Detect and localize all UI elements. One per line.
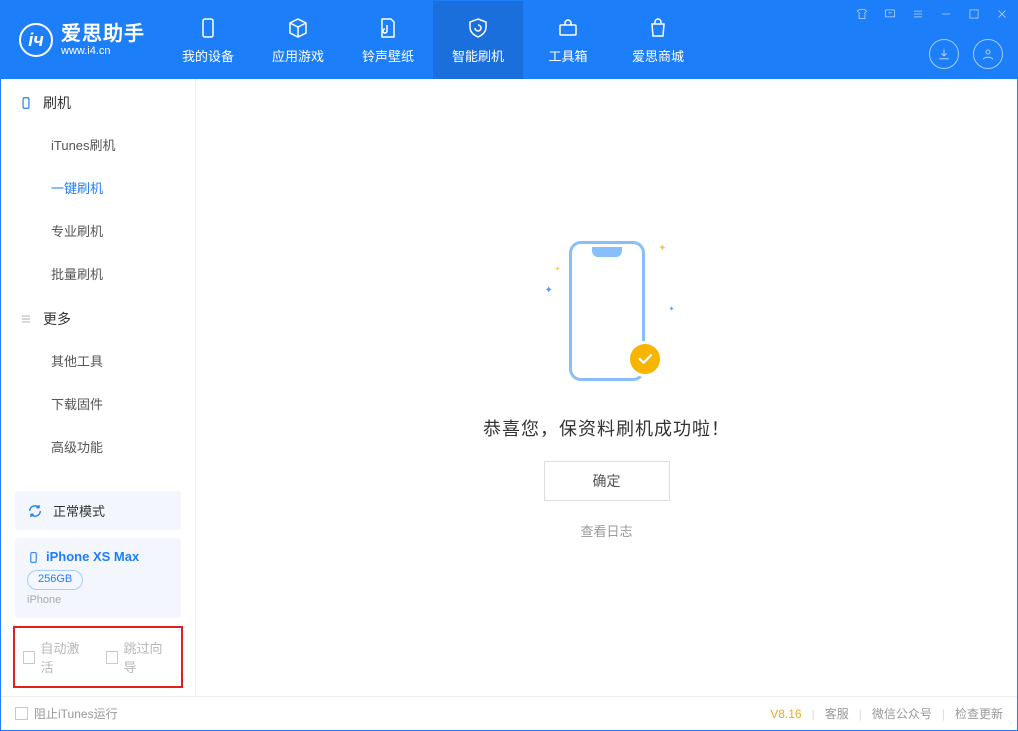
app-logo-icon: iч <box>19 23 53 57</box>
option-label: 跳过向导 <box>123 638 173 676</box>
separator: | <box>812 707 815 721</box>
bag-icon <box>646 16 670 40</box>
logo-area: iч 爱思助手 www.i4.cn <box>1 1 163 79</box>
section-title: 刷机 <box>43 93 71 113</box>
shield-refresh-icon <box>466 16 490 40</box>
logo-text: 爱思助手 www.i4.cn <box>61 23 145 57</box>
nav-store[interactable]: 爱思商城 <box>613 1 703 79</box>
sparkle-icon: ✦ <box>555 265 561 273</box>
sidebar-item-oneclick-flash[interactable]: 一键刷机 <box>1 166 195 209</box>
auto-activate-option[interactable]: 自动激活 <box>23 638 90 676</box>
device-type: iPhone <box>27 593 169 608</box>
top-nav: 我的设备 应用游戏 铃声壁纸 智能刷机 工具箱 爱思商城 <box>163 1 703 79</box>
checkbox-icon[interactable] <box>15 707 28 720</box>
option-label: 阻止iTunes运行 <box>34 705 118 722</box>
sidebar-item-other-tools[interactable]: 其他工具 <box>1 339 195 382</box>
window-controls <box>853 5 1011 23</box>
device-icon <box>27 551 40 564</box>
nav-my-device[interactable]: 我的设备 <box>163 1 253 79</box>
sidebar-item-itunes-flash[interactable]: iTunes刷机 <box>1 123 195 166</box>
device-card[interactable]: iPhone XS Max 256GB iPhone <box>15 538 181 618</box>
header-right-actions <box>929 39 1003 69</box>
checkbox-icon[interactable] <box>23 651 35 664</box>
phone-icon <box>196 16 220 40</box>
skip-guide-option[interactable]: 跳过向导 <box>106 638 173 676</box>
minimize-icon[interactable] <box>937 5 955 23</box>
toolbox-icon <box>556 16 580 40</box>
nav-label: 爱思商城 <box>632 46 684 65</box>
menu-icon[interactable] <box>909 5 927 23</box>
nav-label: 我的设备 <box>182 46 234 65</box>
nav-toolbox[interactable]: 工具箱 <box>523 1 613 79</box>
success-message: 恭喜您，保资料刷机成功啦！ <box>483 415 730 441</box>
sidebar: 刷机 iTunes刷机 一键刷机 专业刷机 批量刷机 更多 其他工具 下载固件 … <box>1 79 196 696</box>
section-title: 更多 <box>43 309 71 329</box>
support-link[interactable]: 客服 <box>825 705 849 722</box>
success-illustration: ✦ ✦ ✦ ✦ <box>547 235 667 395</box>
download-button[interactable] <box>929 39 959 69</box>
sidebar-item-download-firmware[interactable]: 下载固件 <box>1 382 195 425</box>
sparkle-icon: ✦ <box>545 285 553 296</box>
device-name: iPhone XS Max <box>46 548 139 566</box>
nav-ringtones-wallpapers[interactable]: 铃声壁纸 <box>343 1 433 79</box>
sidebar-bottom: 正常模式 iPhone XS Max 256GB iPhone 自动激活 跳过向… <box>1 483 195 696</box>
phone-icon <box>19 96 33 110</box>
list-icon <box>19 312 33 326</box>
sidebar-item-pro-flash[interactable]: 专业刷机 <box>1 209 195 252</box>
nav-label: 工具箱 <box>548 46 587 65</box>
sparkle-icon: ✦ <box>669 305 675 313</box>
options-highlight-box: 自动激活 跳过向导 <box>13 626 183 688</box>
music-file-icon <box>376 16 400 40</box>
separator: | <box>942 707 945 721</box>
main-content: ✦ ✦ ✦ ✦ 恭喜您，保资料刷机成功啦！ 确定 查看日志 <box>196 79 1017 696</box>
status-bar: 阻止iTunes运行 V8.16 | 客服 | 微信公众号 | 检查更新 <box>1 696 1017 730</box>
option-label: 自动激活 <box>40 638 90 676</box>
mode-card[interactable]: 正常模式 <box>15 491 181 530</box>
sidebar-item-advanced[interactable]: 高级功能 <box>1 425 195 468</box>
close-icon[interactable] <box>993 5 1011 23</box>
checkbox-icon[interactable] <box>106 651 118 664</box>
app-name: 爱思助手 <box>61 23 145 45</box>
nav-apps-games[interactable]: 应用游戏 <box>253 1 343 79</box>
ok-button[interactable]: 确定 <box>544 461 670 501</box>
maximize-icon[interactable] <box>965 5 983 23</box>
sidebar-item-batch-flash[interactable]: 批量刷机 <box>1 252 195 295</box>
mode-label: 正常模式 <box>53 501 105 520</box>
app-header: iч 爱思助手 www.i4.cn 我的设备 应用游戏 铃声壁纸 智能刷机 工具… <box>1 1 1017 79</box>
user-button[interactable] <box>973 39 1003 69</box>
tshirt-icon[interactable] <box>853 5 871 23</box>
app-body: 刷机 iTunes刷机 一键刷机 专业刷机 批量刷机 更多 其他工具 下载固件 … <box>1 79 1017 696</box>
sparkle-icon: ✦ <box>658 243 666 254</box>
feedback-icon[interactable] <box>881 5 899 23</box>
nav-label: 铃声壁纸 <box>362 46 414 65</box>
nav-label: 应用游戏 <box>272 46 324 65</box>
check-update-link[interactable]: 检查更新 <box>955 705 1003 722</box>
block-itunes-option[interactable]: 阻止iTunes运行 <box>15 705 118 722</box>
cube-icon <box>286 16 310 40</box>
refresh-icon <box>27 503 43 519</box>
app-site: www.i4.cn <box>61 45 145 57</box>
sidebar-section-more: 更多 <box>1 295 195 339</box>
device-capacity: 256GB <box>27 570 83 589</box>
nav-smart-flash[interactable]: 智能刷机 <box>433 1 523 79</box>
sidebar-section-flash: 刷机 <box>1 79 195 123</box>
version-label: V8.16 <box>770 707 801 721</box>
nav-label: 智能刷机 <box>452 46 504 65</box>
separator: | <box>859 707 862 721</box>
wechat-link[interactable]: 微信公众号 <box>872 705 932 722</box>
view-log-link[interactable]: 查看日志 <box>580 521 632 540</box>
checkmark-badge-icon <box>627 341 663 377</box>
